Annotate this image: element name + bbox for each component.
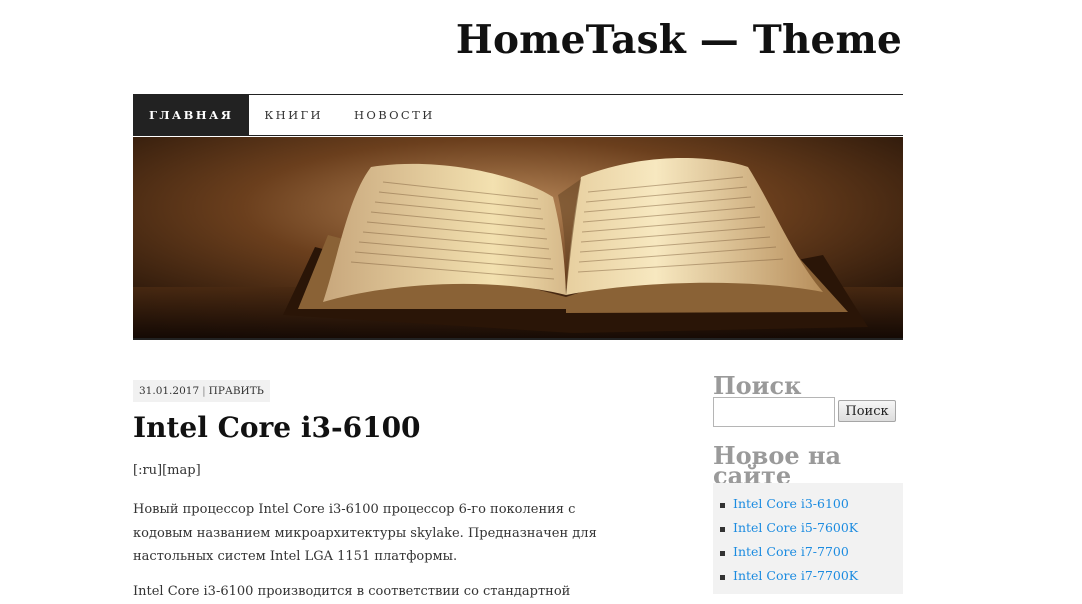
list-item: Intel Core i3-6100: [720, 493, 903, 517]
recent-posts-title: Новое на сайте: [713, 441, 842, 490]
recent-post-link[interactable]: Intel Core i5-7600K: [733, 520, 858, 535]
search-widget-title: Поиск: [713, 371, 802, 400]
recent-posts-list: Intel Core i3-6100 Intel Core i5-7600K I…: [713, 483, 903, 594]
post-paragraph: Новый процессор Intel Core i3-6100 проце…: [133, 502, 597, 564]
search-input[interactable]: [713, 397, 835, 427]
edit-post-link[interactable]: ПРАВИТЬ: [209, 385, 264, 397]
main-navigation: ГЛАВНАЯ КНИГИ НОВОСТИ: [133, 94, 903, 136]
recent-post-link[interactable]: Intel Core i3-6100: [733, 496, 849, 511]
post-meta: 31.01.2017 | ПРАВИТЬ: [133, 380, 270, 402]
meta-separator: |: [202, 385, 206, 397]
search-button[interactable]: Поиск: [838, 400, 896, 422]
header-image: [133, 137, 903, 340]
list-item: Intel Core i7-7700K: [720, 565, 903, 589]
list-item: Intel Core i5-7600K: [720, 517, 903, 541]
post-title[interactable]: Intel Core i3-6100: [133, 408, 421, 448]
post-tags-line: [:ru][map]: [133, 463, 201, 478]
recent-post-link[interactable]: Intel Core i7-7700K: [733, 568, 858, 583]
list-item: Intel Core i7-7700: [720, 541, 903, 565]
nav-item-books[interactable]: КНИГИ: [249, 95, 339, 135]
post-date[interactable]: 31.01.2017: [139, 385, 199, 397]
nav-item-home[interactable]: ГЛАВНАЯ: [133, 95, 250, 135]
site-title[interactable]: HomeTask — Theme: [456, 14, 902, 66]
nav-item-news[interactable]: НОВОСТИ: [339, 95, 451, 135]
recent-post-link[interactable]: Intel Core i7-7700: [733, 544, 849, 559]
post-paragraph: Intel Core i3-6100 производится в соотве…: [133, 584, 571, 599]
